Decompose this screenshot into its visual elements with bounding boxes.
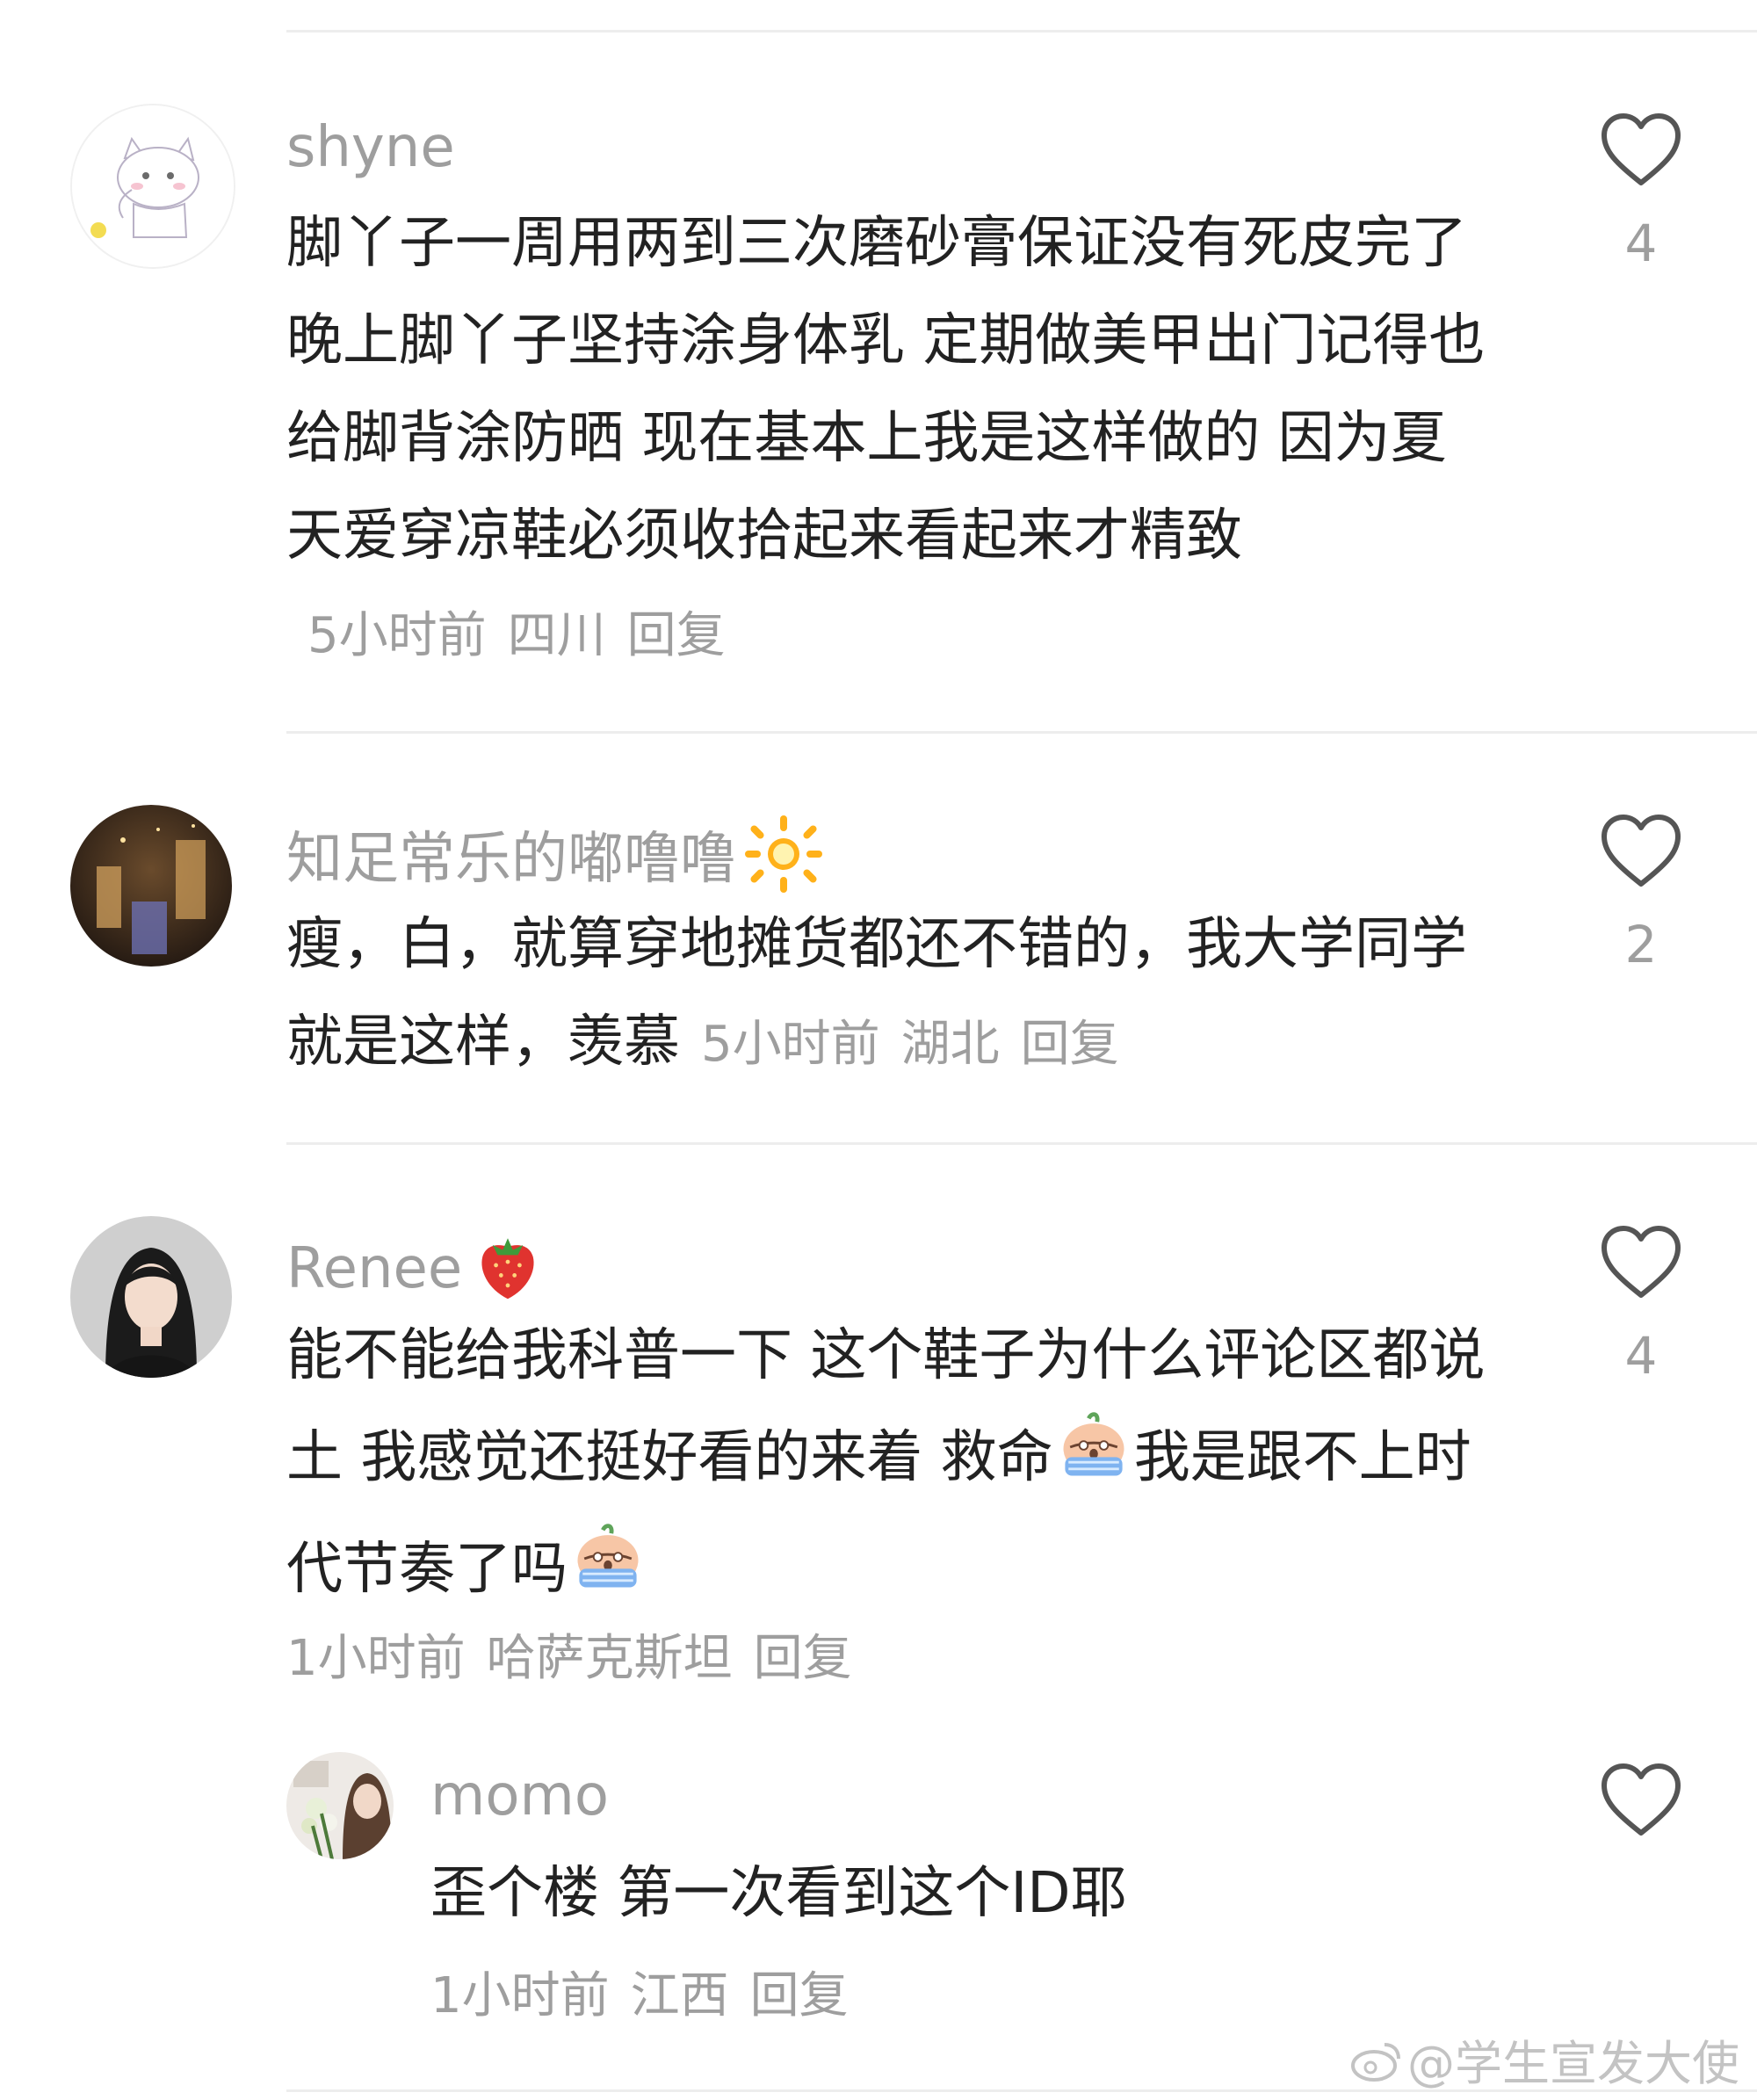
comment-time: 5小时前: [307, 607, 487, 664]
reply-location: 江西: [630, 1967, 729, 2024]
night-scene-avatar-icon: [70, 805, 232, 967]
avatar[interactable]: [286, 1752, 394, 1859]
like-button[interactable]: [1599, 1761, 1683, 1840]
reply-button[interactable]: 回复: [754, 1630, 852, 1687]
comment-location: 哈萨克斯坦: [486, 1630, 733, 1687]
like-count: 4: [1624, 214, 1658, 273]
portrait-avatar-icon: [70, 1216, 232, 1378]
heart-icon: [1602, 815, 1681, 887]
comment-location: 湖北: [900, 1016, 1000, 1073]
reply-username[interactable]: momo: [430, 1761, 609, 1831]
heart-icon: [1602, 1763, 1681, 1836]
comment-meta: 5小时前 湖北 回复: [701, 1016, 1119, 1073]
flowers-portrait-avatar-icon: [286, 1752, 394, 1859]
comment-time: 1小时前: [286, 1630, 466, 1687]
heart-icon: [1602, 113, 1681, 185]
strawberry-icon: [467, 1223, 548, 1321]
divider-top: [286, 30, 1757, 33]
comment-meta: 1小时前 哈萨克斯坦 回复: [286, 1624, 852, 1694]
crying-icon: [1053, 1405, 1134, 1517]
comment-text: 脚丫子一周用两到三次磨砂膏保证没有死皮完了晚上脚丫子坚持涂身体乳 定期做美甲出门…: [286, 211, 1486, 664]
avatar[interactable]: [70, 805, 232, 967]
avatar[interactable]: [70, 1216, 232, 1378]
comment-username[interactable]: Renee: [286, 1223, 548, 1321]
reply-time: 1小时前: [430, 1967, 610, 2024]
comment-text: 能不能给我科普一下 这个鞋子为什么评论区都说土 我感觉还挺好看的来着 救命 我是跟…: [286, 1307, 1499, 1628]
like-count: 2: [1624, 915, 1658, 974]
like-button[interactable]: [1599, 111, 1683, 190]
heart-icon: [1602, 1226, 1681, 1298]
weibo-watermark: @学生宣发大使: [1349, 2024, 1739, 2095]
weibo-logo-icon: [1349, 2039, 1402, 2095]
reply-button[interactable]: 回复: [750, 1967, 849, 2024]
white-cat-avatar-icon: [72, 105, 234, 267]
reply-button[interactable]: 回复: [1021, 1016, 1119, 1073]
comment-location: 四川: [507, 607, 606, 664]
avatar[interactable]: [70, 104, 235, 269]
divider: [286, 1142, 1757, 1145]
comment-meta: 5小时前 四川 回复: [307, 607, 726, 664]
crying-icon: [568, 1517, 648, 1628]
reply-meta: 1小时前 江西 回复: [430, 1961, 849, 2031]
like-count: 4: [1624, 1326, 1658, 1386]
reply-text: 歪个楼 第一次看到这个ID耶: [430, 1861, 1127, 1926]
comment-time: 5小时前: [701, 1016, 880, 1073]
like-button[interactable]: [1599, 812, 1683, 891]
comment-username[interactable]: shyne: [286, 112, 455, 183]
like-button[interactable]: [1599, 1223, 1683, 1302]
divider: [286, 731, 1757, 734]
comment-text: 瘦，白，就算穿地摊货都还不错的，我大学同学就是这样，羡慕 5小时前 湖北 回复: [286, 912, 1467, 1075]
reply-button[interactable]: 回复: [627, 607, 726, 664]
